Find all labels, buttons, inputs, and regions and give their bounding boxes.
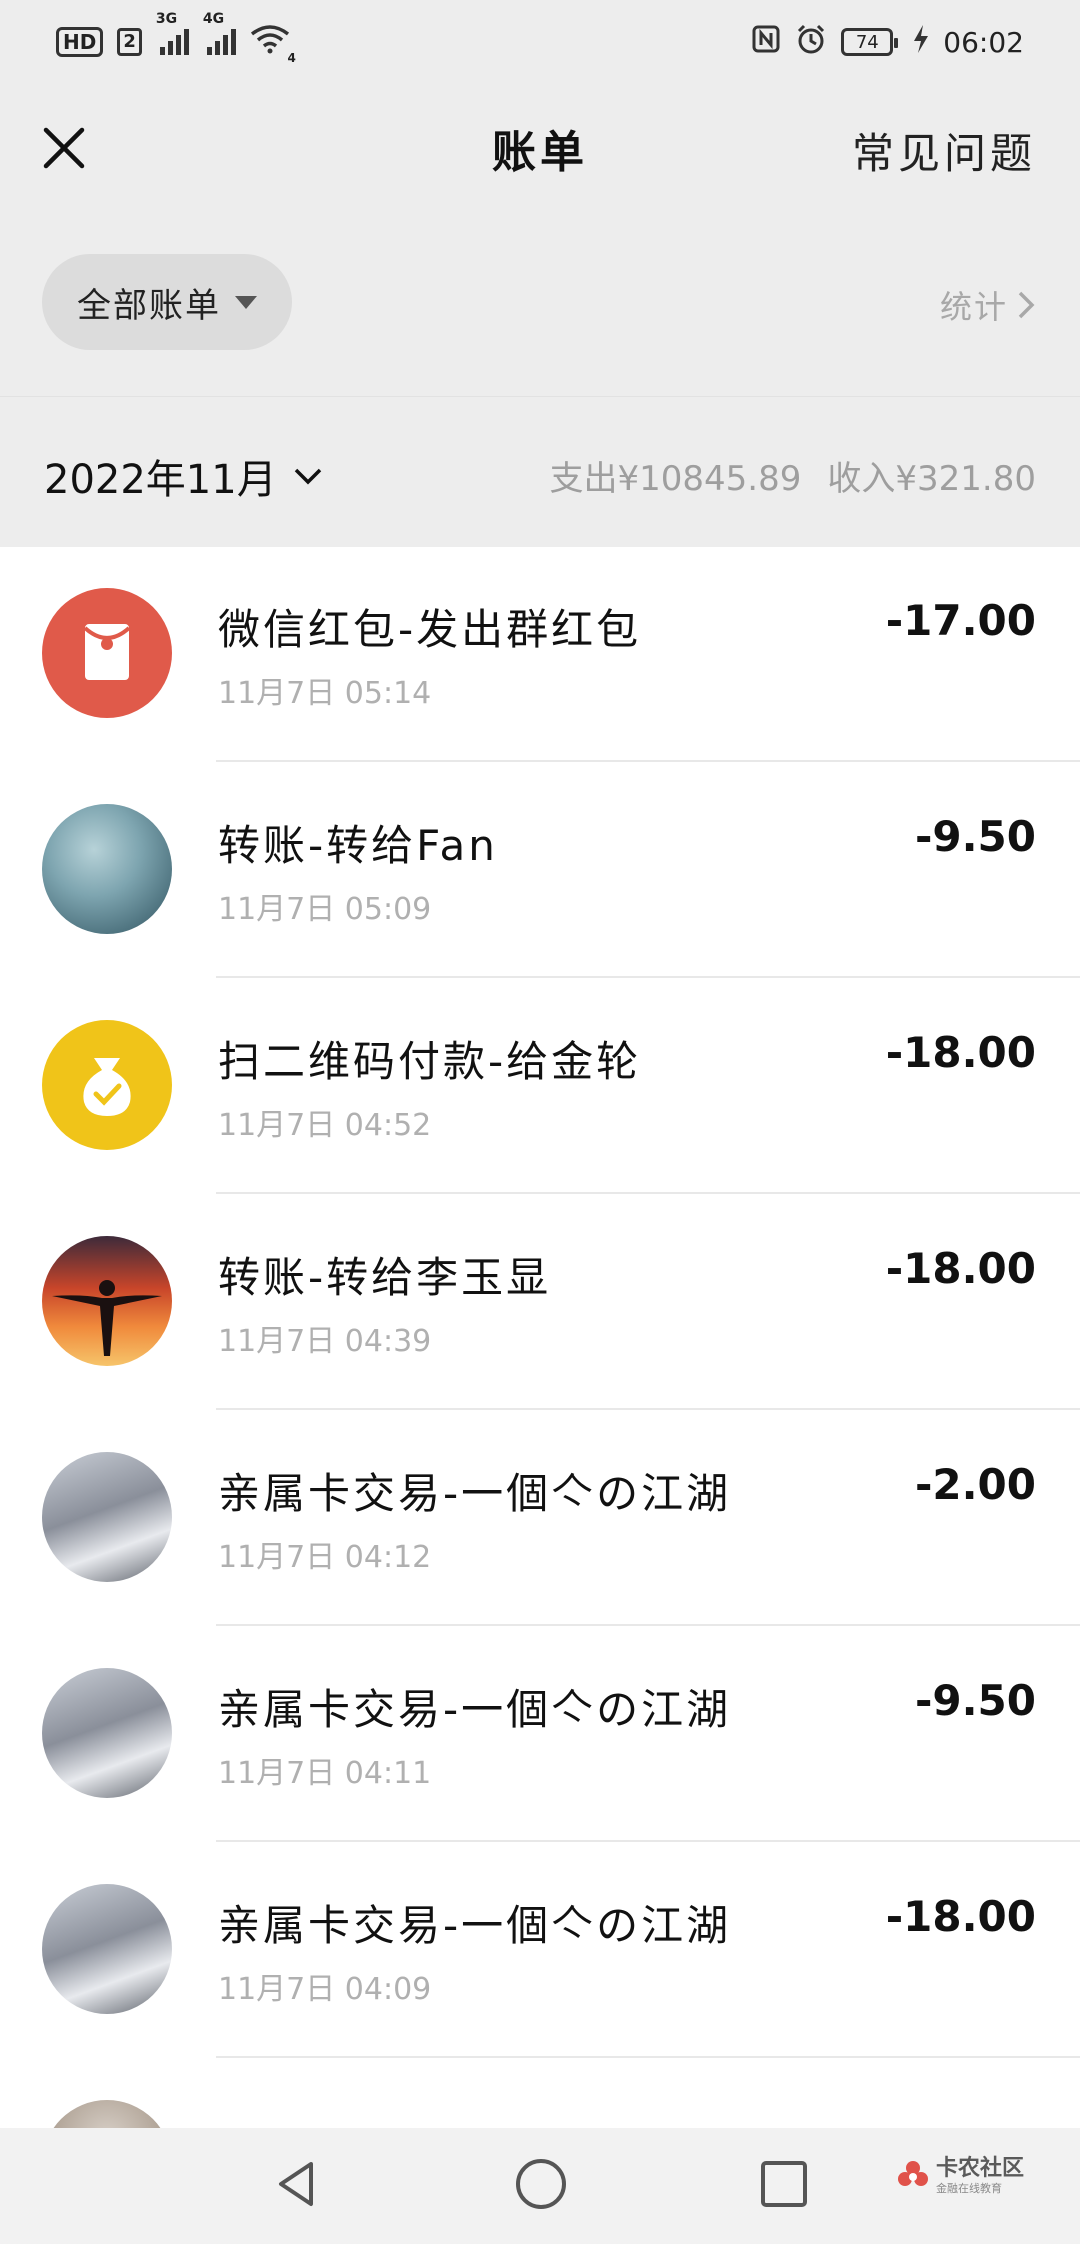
chevron-down-icon bbox=[294, 468, 321, 485]
stats-link[interactable]: 统计 bbox=[940, 282, 1036, 328]
transaction-time: 11月7日 04:12 bbox=[218, 1540, 432, 1575]
hd-badge: HD bbox=[56, 27, 104, 57]
battery-icon: 74 bbox=[841, 28, 899, 56]
filter-bar: 全部账单 统计 bbox=[0, 212, 1080, 396]
net-label-3g: 3G bbox=[155, 11, 178, 27]
signal-bars-icon bbox=[159, 25, 189, 55]
transaction-time: 11月7日 04:09 bbox=[218, 1972, 432, 2007]
income-total: 收入¥321.80 bbox=[827, 459, 1036, 499]
transaction-time: 11月7日 04:11 bbox=[218, 1756, 432, 1791]
close-icon bbox=[43, 127, 85, 169]
stats-label: 统计 bbox=[939, 288, 1008, 326]
transaction-amount: -18.00 bbox=[885, 1028, 1036, 1077]
transaction-time: 11月7日 05:14 bbox=[218, 676, 432, 711]
expense-total: 支出¥10845.89 bbox=[549, 459, 802, 499]
transaction-title: 亲属卡交易-一個亽の江湖 bbox=[218, 1685, 732, 1734]
wifi-tag: 4 bbox=[287, 50, 296, 65]
transaction-row[interactable]: 亲属卡交易-一個亽の江湖 11月7日 04:11 -9.50 bbox=[0, 1626, 1080, 1842]
month-label: 2022年11月 bbox=[44, 457, 277, 503]
chevron-right-icon bbox=[1018, 291, 1035, 319]
watermark-sub: 金融在线教育 bbox=[935, 2182, 1002, 2195]
alarm-icon bbox=[795, 23, 827, 62]
transaction-title: 转账-转给Fan bbox=[218, 821, 498, 870]
transaction-title: 微信红包-发出群红包 bbox=[218, 605, 642, 654]
net-label-4g: 4G bbox=[202, 11, 225, 27]
transaction-list: 微信红包-发出群红包 11月7日 05:14 -17.00 转账-转给Fan 1… bbox=[0, 546, 1080, 2230]
red-envelope-icon bbox=[42, 588, 172, 718]
wifi-icon: 4 bbox=[250, 24, 296, 65]
recents-button[interactable] bbox=[759, 2159, 809, 2213]
signal-4g: 4G bbox=[203, 11, 236, 59]
faq-link[interactable]: 常见问题 bbox=[852, 120, 1036, 181]
transaction-amount: -17.00 bbox=[885, 596, 1036, 645]
home-circle-icon bbox=[516, 2159, 566, 2209]
signal-3g: 3G bbox=[156, 11, 189, 59]
transaction-amount: -18.00 bbox=[885, 1244, 1036, 1293]
transaction-title: 转账-转给李玉显 bbox=[218, 1253, 552, 1302]
month-selector[interactable]: 2022年11月 bbox=[44, 447, 323, 505]
transaction-row[interactable]: 亲属卡交易-一個亽の江湖 11月7日 04:09 -18.00 bbox=[0, 1842, 1080, 2058]
month-summary: 支出¥10845.89 收入¥321.80 bbox=[550, 451, 1036, 500]
watermark-logo: 卡农社区 金融在线教育 bbox=[896, 2158, 1024, 2194]
transaction-title: 扫二维码付款-给金轮 bbox=[218, 1037, 642, 1086]
transaction-time: 11月7日 04:52 bbox=[218, 1108, 432, 1143]
all-bills-dropdown[interactable]: 全部账单 bbox=[42, 254, 292, 350]
flower-logo-icon bbox=[897, 2161, 928, 2186]
charging-icon bbox=[913, 24, 929, 60]
month-bar: 2022年11月 支出¥10845.89 收入¥321.80 bbox=[0, 396, 1080, 547]
recents-square-icon bbox=[761, 2161, 807, 2207]
transaction-row[interactable]: 转账-转给Fan 11月7日 05:09 -9.50 bbox=[0, 762, 1080, 978]
status-left: HD 2 3G 4G 4 bbox=[56, 11, 296, 65]
app-header: 账单 常见问题 bbox=[0, 84, 1080, 212]
car-avatar bbox=[42, 1452, 172, 1582]
status-bar: HD 2 3G 4G 4 74 06:02 bbox=[0, 0, 1080, 84]
all-bills-label: 全部账单 bbox=[77, 285, 221, 326]
transaction-amount: -2.00 bbox=[914, 1460, 1036, 1509]
transaction-row[interactable]: 微信红包-发出群红包 11月7日 05:14 -17.00 bbox=[0, 546, 1080, 762]
home-button[interactable] bbox=[513, 2156, 569, 2216]
transaction-time: 11月7日 05:09 bbox=[218, 892, 432, 927]
transaction-amount: -18.00 bbox=[885, 1892, 1036, 1941]
car-avatar bbox=[42, 1668, 172, 1798]
sunset-avatar bbox=[42, 1236, 172, 1366]
transaction-row[interactable]: 转账-转给李玉显 11月7日 04:39 -18.00 bbox=[0, 1194, 1080, 1410]
transaction-amount: -9.50 bbox=[914, 812, 1036, 861]
status-right: 74 06:02 bbox=[751, 23, 1024, 62]
sim-badge: 2 bbox=[117, 28, 142, 56]
transaction-title: 亲属卡交易-一個亽の江湖 bbox=[218, 1469, 732, 1518]
transaction-row[interactable]: 扫二维码付款-给金轮 11月7日 04:52 -18.00 bbox=[0, 978, 1080, 1194]
clock-time: 06:02 bbox=[943, 25, 1024, 59]
dropdown-triangle-icon bbox=[235, 295, 257, 309]
transaction-title: 亲属卡交易-一個亽の江湖 bbox=[218, 1901, 732, 1950]
page-title: 账单 bbox=[492, 127, 588, 178]
transaction-row[interactable]: 亲属卡交易-一個亽の江湖 11月7日 04:12 -2.00 bbox=[0, 1410, 1080, 1626]
signal-bars-icon bbox=[206, 25, 236, 55]
back-button[interactable] bbox=[271, 2158, 323, 2214]
battery-level: 74 bbox=[855, 31, 879, 53]
system-nav-bar: 卡农社区 金融在线教育 bbox=[0, 2128, 1080, 2244]
back-triangle-icon bbox=[279, 2162, 313, 2206]
car-avatar bbox=[42, 1884, 172, 2014]
photo-avatar bbox=[42, 804, 172, 934]
watermark-main: 卡农社区 bbox=[935, 2156, 1024, 2181]
transaction-amount: -9.50 bbox=[914, 1676, 1036, 1725]
close-button[interactable] bbox=[34, 118, 94, 178]
money-bag-icon bbox=[42, 1020, 172, 1150]
transaction-time: 11月7日 04:39 bbox=[218, 1324, 432, 1359]
nfc-icon bbox=[751, 24, 781, 61]
